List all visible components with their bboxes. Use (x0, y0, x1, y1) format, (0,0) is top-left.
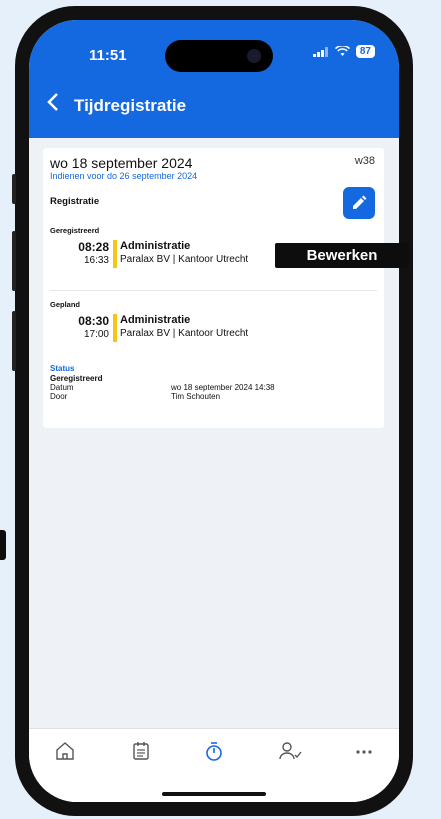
status-heading: Status (50, 364, 75, 373)
planned-heading: Gepland (50, 300, 81, 309)
registered-heading: Geregistreerd (50, 226, 100, 235)
activity-color-bar (113, 314, 117, 342)
registration-card: wo 18 september 2024 w38 Indienen voor d… (43, 148, 384, 428)
activity-color-bar (113, 240, 117, 268)
dynamic-island (165, 40, 273, 72)
volume-down-button (12, 311, 16, 371)
status-value: Geregistreerd (50, 374, 103, 383)
home-indicator (162, 792, 266, 796)
main-content: wo 18 september 2024 w38 Indienen voor d… (29, 138, 399, 728)
user-check-icon[interactable] (277, 739, 302, 763)
divider (50, 290, 377, 291)
by-field-label: Door (50, 392, 68, 401)
screen: 11:51 87 Tijdregistratie wo 18 september… (29, 20, 399, 802)
header: Tijdregistratie (29, 82, 399, 138)
volume-up-button (12, 231, 16, 291)
edit-button[interactable] (343, 187, 375, 219)
page-title: Tijdregistratie (74, 96, 187, 115)
registered-end: 16:33 (83, 255, 109, 266)
clock: 11:51 (89, 47, 127, 64)
tab-bar (29, 728, 399, 802)
by-field-value: Tim Schouten (171, 392, 221, 401)
signal-icon (312, 46, 328, 57)
planned-end: 17:00 (83, 329, 109, 340)
calendar-icon[interactable] (129, 739, 153, 763)
pencil-icon (353, 195, 367, 209)
home-icon[interactable] (53, 739, 77, 763)
more-icon[interactable] (352, 739, 376, 763)
registered-start: 08:28 (78, 240, 109, 254)
registered-location: Paralax BV | Kantoor Utrecht (120, 254, 249, 265)
week-label: w38 (354, 155, 375, 167)
mute-switch (12, 174, 16, 204)
planned-activity: Administratie (120, 314, 191, 326)
registration-heading: Registratie (50, 196, 100, 207)
planned-start: 08:30 (78, 314, 109, 328)
registered-activity: Administratie (120, 240, 191, 252)
date-label: wo 18 september 2024 (50, 155, 193, 171)
tooltip-fragment (0, 530, 6, 560)
submit-deadline: Indienen voor do 26 september 2024 (50, 171, 198, 181)
battery-icon: 87 (355, 45, 375, 58)
date-field-label: Datum (50, 383, 74, 392)
status-bar: 11:51 87 (29, 20, 399, 82)
wifi-icon (334, 46, 350, 56)
edit-tooltip: Bewerken (275, 243, 409, 268)
timer-icon[interactable] (202, 739, 226, 763)
planned-location: Paralax BV | Kantoor Utrecht (120, 328, 249, 339)
date-field-value: wo 18 september 2024 14:38 (171, 383, 275, 392)
chevron-left-icon[interactable] (47, 92, 59, 118)
planned-entry[interactable]: 08:30 17:00 Administratie Paralax BV | K… (67, 314, 367, 344)
status-icons: 87 (312, 45, 375, 58)
phone-frame: 11:51 87 Tijdregistratie wo 18 september… (12, 6, 413, 816)
